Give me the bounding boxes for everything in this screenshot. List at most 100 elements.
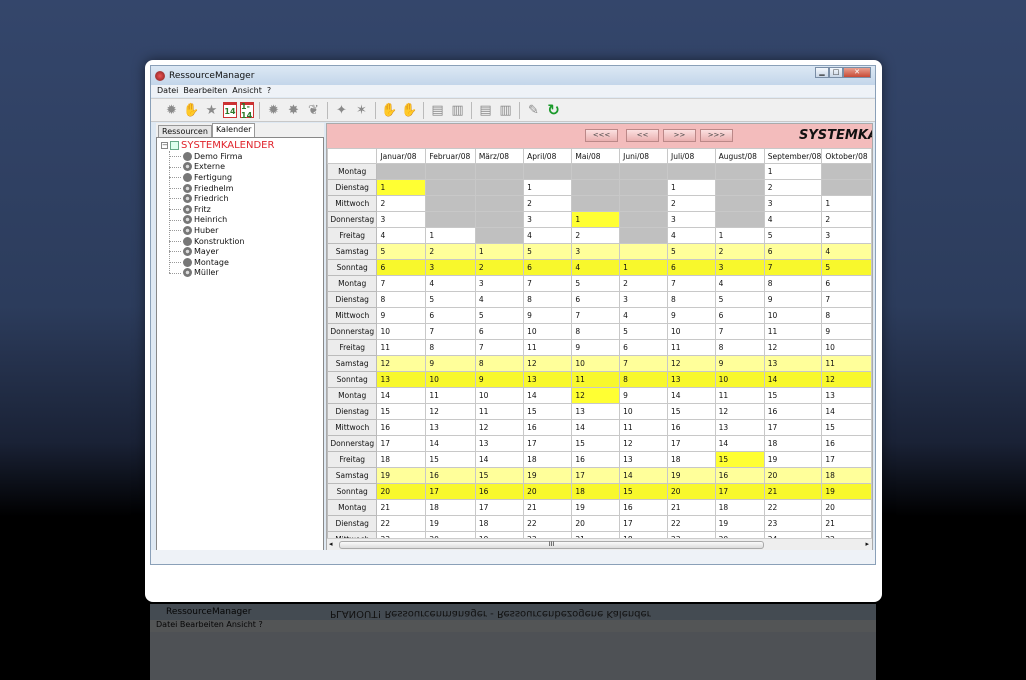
day-cell[interactable] — [571, 163, 621, 180]
day-cell[interactable]: 10 — [667, 323, 716, 340]
day-cell[interactable] — [619, 211, 669, 228]
day-cell[interactable]: 6 — [523, 259, 573, 276]
day-cell[interactable]: 5 — [523, 243, 573, 260]
day-cell[interactable]: 19 — [667, 467, 716, 484]
day-cell[interactable]: 12 — [667, 355, 716, 372]
day-cell[interactable]: 8 — [571, 323, 621, 340]
day-cell[interactable]: 3 — [667, 211, 716, 228]
day-cell[interactable]: 16 — [714, 467, 765, 484]
day-cell[interactable]: 23 — [763, 515, 823, 532]
day-cell[interactable] — [714, 211, 765, 228]
day-cell[interactable] — [425, 163, 476, 180]
day-cell[interactable]: 7 — [763, 259, 823, 276]
day-cell[interactable]: 14 — [763, 371, 823, 388]
day-cell[interactable]: 14 — [474, 451, 525, 468]
day-cell[interactable] — [619, 195, 669, 212]
day-cell[interactable]: 2 — [376, 195, 427, 212]
day-cell[interactable]: 4 — [474, 291, 525, 308]
day-cell[interactable]: 3 — [763, 195, 823, 212]
scroll-left-icon[interactable]: ◂ — [329, 540, 333, 548]
day-cell[interactable]: 3 — [523, 211, 573, 228]
tree-item[interactable]: Externe — [161, 162, 319, 173]
day-cell[interactable]: 15 — [821, 419, 872, 436]
day-cell[interactable]: 11 — [571, 371, 621, 388]
day-cell[interactable]: 1 — [571, 211, 621, 228]
day-cell[interactable]: 22 — [376, 515, 427, 532]
day-cell[interactable]: 20 — [571, 515, 621, 532]
day-cell[interactable]: 22 — [523, 515, 573, 532]
day-cell[interactable]: 22 — [763, 499, 823, 516]
day-cell[interactable]: 1 — [714, 227, 765, 244]
tree-item[interactable]: Demo Firma — [161, 151, 319, 162]
day-cell[interactable]: 19 — [821, 483, 872, 500]
day-cell[interactable]: 2 — [425, 243, 476, 260]
day-cell[interactable]: 5 — [821, 259, 872, 276]
day-cell[interactable]: 9 — [425, 355, 476, 372]
day-cell[interactable]: 14 — [571, 419, 621, 436]
day-cell[interactable]: 15 — [425, 451, 476, 468]
day-cell[interactable]: 1 — [619, 259, 669, 276]
day-cell[interactable]: 10 — [571, 355, 621, 372]
refresh-icon[interactable]: ↻ — [545, 101, 562, 119]
scrollbar-thumb[interactable]: III — [339, 541, 764, 549]
day-cell[interactable]: 21 — [763, 483, 823, 500]
day-cell[interactable]: 3 — [425, 259, 476, 276]
day-cell[interactable]: 11 — [667, 339, 716, 356]
day-cell[interactable]: 2 — [474, 259, 525, 276]
day-cell[interactable]: 21 — [821, 515, 872, 532]
hand-icon[interactable]: ✋ — [183, 102, 200, 119]
day-cell[interactable]: 14 — [667, 387, 716, 404]
day-cell[interactable]: 2 — [714, 243, 765, 260]
nav-last-button[interactable]: >>> — [700, 129, 733, 142]
nav-prev-button[interactable]: << — [626, 129, 659, 142]
day-cell[interactable]: 15 — [714, 451, 765, 468]
day-cell[interactable] — [821, 163, 872, 180]
day-cell[interactable]: 15 — [619, 483, 669, 500]
day-cell[interactable]: 13 — [619, 451, 669, 468]
day-cell[interactable]: 13 — [376, 371, 427, 388]
tree-item[interactable]: Fertigung — [161, 172, 319, 183]
tree-item[interactable]: Montage — [161, 257, 319, 268]
day-cell[interactable]: 4 — [619, 307, 669, 324]
day-cell[interactable]: 9 — [667, 307, 716, 324]
day-cell[interactable]: 16 — [667, 419, 716, 436]
day-cell[interactable]: 17 — [821, 451, 872, 468]
day-cell[interactable]: 7 — [619, 355, 669, 372]
day-cell[interactable]: 6 — [619, 339, 669, 356]
day-cell[interactable]: 2 — [763, 179, 823, 196]
day-cell[interactable] — [619, 163, 669, 180]
day-cell[interactable]: 20 — [376, 483, 427, 500]
day-cell[interactable]: 19 — [763, 451, 823, 468]
gear-hand-icon[interactable]: ❦ — [305, 102, 322, 119]
day-cell[interactable]: 6 — [821, 275, 872, 292]
day-cell[interactable]: 10 — [376, 323, 427, 340]
day-cell[interactable]: 11 — [821, 355, 872, 372]
day-cell[interactable]: 13 — [571, 403, 621, 420]
maximize-button[interactable]: □ — [829, 67, 843, 78]
day-cell[interactable]: 15 — [523, 403, 573, 420]
day-cell[interactable]: 7 — [571, 307, 621, 324]
day-cell[interactable]: 14 — [425, 435, 476, 452]
day-cell[interactable]: 3 — [474, 275, 525, 292]
day-cell[interactable]: 2 — [667, 195, 716, 212]
calendar-day-icon[interactable]: 14 — [223, 102, 237, 118]
day-cell[interactable] — [714, 179, 765, 196]
day-cell[interactable]: 17 — [763, 419, 823, 436]
day-cell[interactable]: 2 — [523, 195, 573, 212]
day-cell[interactable]: 11 — [376, 339, 427, 356]
day-cell[interactable] — [571, 195, 621, 212]
day-cell[interactable]: 12 — [821, 371, 872, 388]
day-cell[interactable] — [474, 227, 525, 244]
tree-item[interactable]: Mayer — [161, 246, 319, 257]
day-cell[interactable]: 1 — [425, 227, 476, 244]
day-cell[interactable]: 6 — [376, 259, 427, 276]
day-cell[interactable]: 19 — [425, 515, 476, 532]
day-cell[interactable]: 17 — [571, 467, 621, 484]
day-cell[interactable]: 8 — [714, 339, 765, 356]
calendar-range-icon[interactable]: 1-14 — [240, 102, 254, 120]
day-cell[interactable]: 9 — [523, 307, 573, 324]
day-cell[interactable]: 11 — [763, 323, 823, 340]
day-cell[interactable]: 17 — [474, 499, 525, 516]
day-cell[interactable]: 10 — [763, 307, 823, 324]
gear-icon[interactable]: ✹ — [163, 102, 180, 119]
